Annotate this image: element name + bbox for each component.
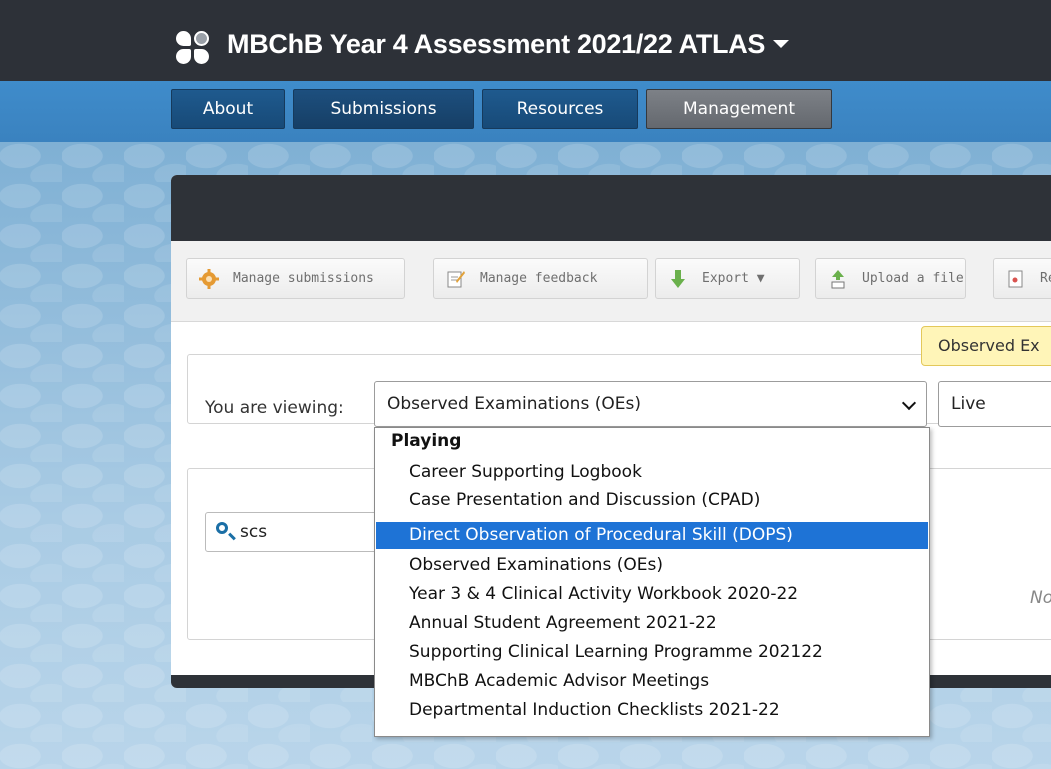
export-button[interactable]: Export ▼ <box>655 258 800 299</box>
manage-feedback-button[interactable]: Manage feedback <box>433 258 648 299</box>
tab-about[interactable]: About <box>171 89 285 129</box>
dropdown-option[interactable]: Departmental Induction Checklists 2021-2… <box>376 697 928 724</box>
tab-submissions[interactable]: Submissions <box>293 89 474 129</box>
dropdown-option[interactable]: Case Presentation and Discussion (CPAD) <box>376 487 928 514</box>
gear-icon <box>199 269 219 289</box>
export-label: Export ▼ <box>702 271 765 286</box>
chevron-down-icon <box>901 395 917 411</box>
dropdown-option-highlighted[interactable]: Direct Observation of Procedural Skill (… <box>376 522 928 549</box>
app-title: MBChB Year 4 Assessment 2021/22 ATLAS <box>227 29 766 59</box>
report-button[interactable]: Re <box>993 258 1051 299</box>
assessment-select-value: Observed Examinations (OEs) <box>387 394 641 414</box>
status-select-value: Live <box>951 394 986 414</box>
dropdown-option[interactable]: Observed Examinations (OEs) <box>376 552 928 579</box>
dropdown-group-label: Playing <box>391 431 462 451</box>
report-icon <box>1008 270 1023 288</box>
manage-submissions-button[interactable]: Manage submissions <box>186 258 405 299</box>
viewing-label: You are viewing: <box>205 398 344 418</box>
report-label: Re <box>1040 271 1051 286</box>
app-title-menu[interactable]: MBChB Year 4 Assessment 2021/22 ATLAS <box>227 29 790 60</box>
status-select[interactable]: Live <box>938 381 1051 427</box>
upload-icon <box>831 270 845 289</box>
export-arrow-icon <box>671 270 685 288</box>
card-header <box>171 175 1051 241</box>
tooltip: Observed Ex <box>921 326 1051 366</box>
search-icon <box>216 522 228 534</box>
dropdown-option[interactable]: Year 3 & 4 Clinical Activity Workbook 20… <box>376 581 928 608</box>
upload-file-label: Upload a file <box>862 271 964 286</box>
search-value: scs <box>240 522 268 542</box>
dropdown-option[interactable]: Annual Student Agreement 2021-22 <box>376 610 928 637</box>
tooltip-text: Observed Ex <box>938 336 1040 355</box>
results-message: No <box>1030 588 1051 608</box>
dropdown-option[interactable]: Supporting Clinical Learning Programme 2… <box>376 639 928 666</box>
search-input[interactable]: scs <box>205 512 385 552</box>
assessment-dropdown-list: Playing Career Supporting Logbook Case P… <box>374 427 930 737</box>
tab-management[interactable]: Management <box>646 89 832 129</box>
upload-file-button[interactable]: Upload a file <box>815 258 966 299</box>
assessment-select[interactable]: Observed Examinations (OEs) <box>374 381 927 427</box>
feedback-icon <box>447 271 465 288</box>
manage-feedback-label: Manage feedback <box>480 271 598 286</box>
manage-submissions-label: Manage submissions <box>233 271 374 286</box>
toolbar: Manage submissions Manage feedback Expor… <box>171 241 1051 322</box>
caret-down-icon <box>773 39 790 48</box>
dropdown-option[interactable]: MBChB Academic Advisor Meetings <box>376 668 928 695</box>
dropdown-option[interactable]: Career Supporting Logbook <box>376 459 928 486</box>
app-logo-icon[interactable] <box>176 31 212 67</box>
tab-resources[interactable]: Resources <box>482 89 638 129</box>
top-bar: MBChB Year 4 Assessment 2021/22 ATLAS <box>0 0 1051 81</box>
